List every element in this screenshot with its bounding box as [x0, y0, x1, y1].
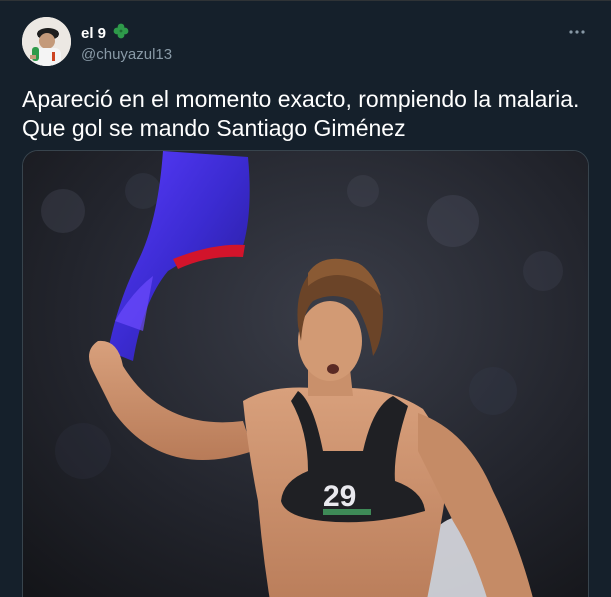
- shamrock-icon: [112, 22, 130, 45]
- tweet-text-line: Que gol se mando Santiago Giménez: [22, 115, 406, 141]
- author-names: el 9 @chuyazul13: [81, 23, 172, 63]
- avatar[interactable]: [22, 17, 71, 66]
- display-name[interactable]: el 9: [81, 25, 106, 42]
- avatar-image: [22, 17, 71, 66]
- soccer-player-photo: 29: [23, 151, 588, 597]
- tweet-photo[interactable]: 29: [22, 150, 589, 597]
- tweet-text-line: Apareció en el momento exacto, rompiendo…: [22, 86, 580, 112]
- ellipsis-icon: [569, 30, 585, 34]
- jersey-number: 29: [323, 480, 356, 513]
- author-handle[interactable]: @chuyazul13: [81, 46, 172, 63]
- more-options-button[interactable]: [566, 21, 588, 43]
- tweet-card[interactable]: el 9 @chuyazul13 Apareció en el momento …: [0, 0, 611, 597]
- tweet-text: Apareció en el momento exacto, rompiendo…: [22, 85, 592, 143]
- tweet-header: el 9 @chuyazul13: [22, 17, 592, 67]
